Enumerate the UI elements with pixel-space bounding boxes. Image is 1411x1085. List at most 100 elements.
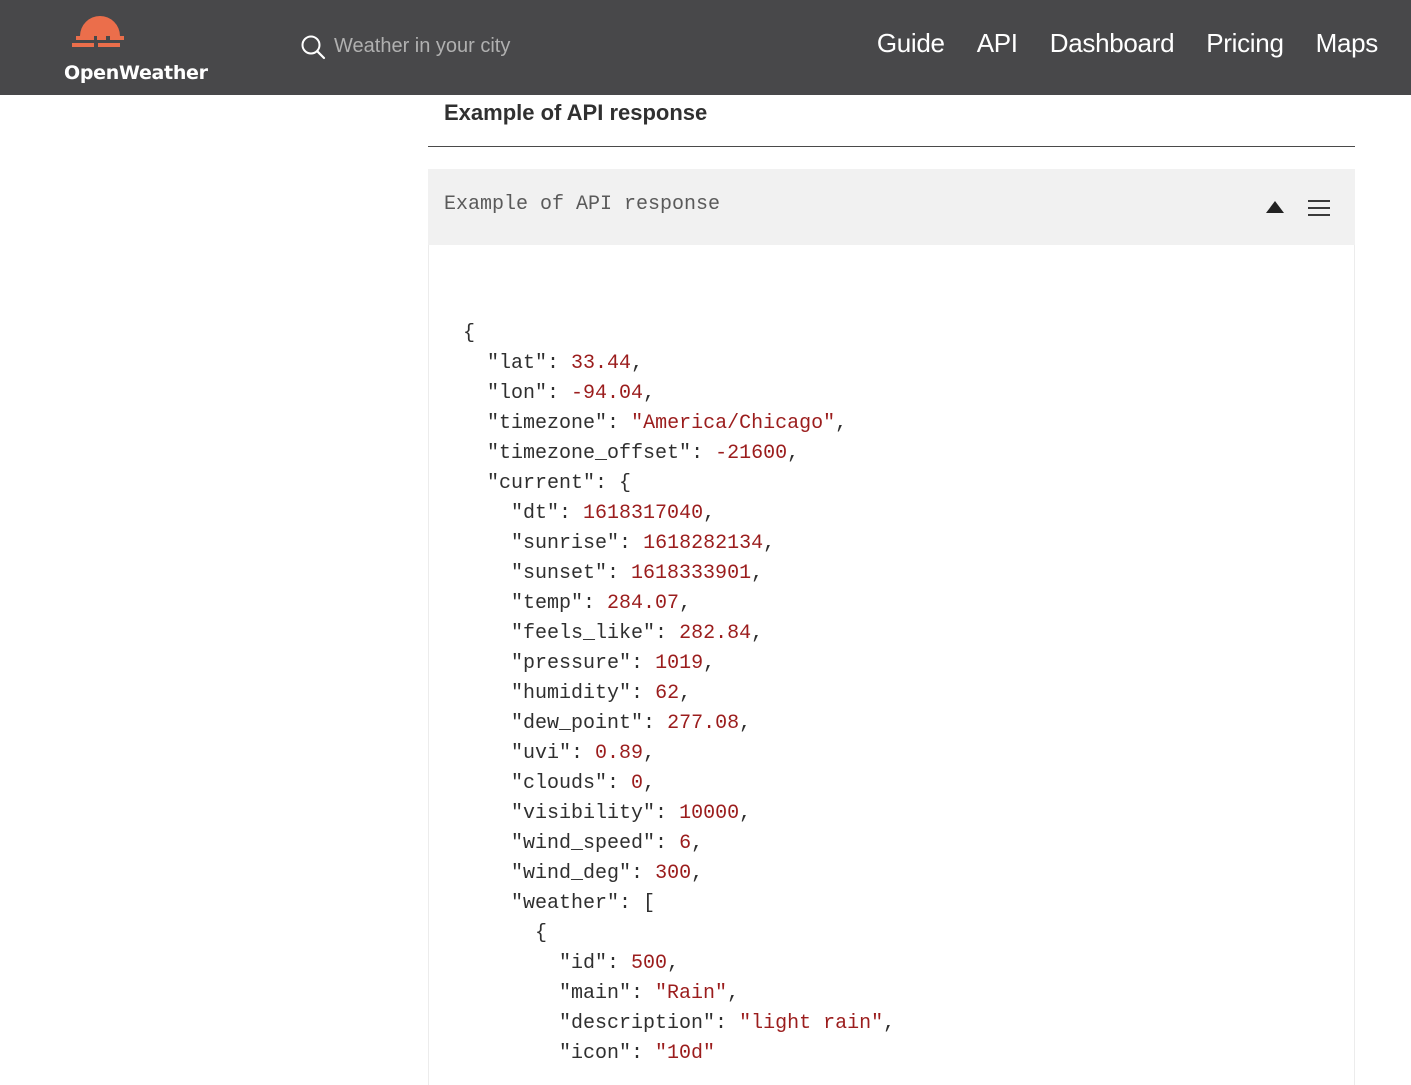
triangle-up-icon[interactable] (1265, 200, 1285, 214)
search-icon[interactable] (300, 34, 326, 60)
json-punctuation: , (679, 682, 692, 705)
json-punctuation: , (883, 1012, 896, 1035)
json-punctuation (463, 562, 511, 585)
json-punctuation: { (463, 322, 476, 345)
code-line: "dew_point": 277.08, (463, 709, 895, 739)
json-key: "dt" (511, 502, 560, 525)
code-line: "uvi": 0.89, (463, 739, 895, 769)
json-key: "id" (559, 952, 608, 975)
json-punctuation: : (547, 352, 572, 375)
json-punctuation: , (739, 802, 752, 825)
json-punctuation: , (751, 622, 764, 645)
json-punctuation (463, 502, 511, 525)
nav-maps[interactable]: Maps (1316, 28, 1379, 59)
json-punctuation: : { (595, 472, 632, 495)
json-key: "wind_deg" (511, 862, 632, 885)
openweather-logo[interactable]: OpenWeather (64, 14, 214, 84)
code-line: "weather": [ (463, 889, 895, 919)
nav-guide[interactable]: Guide (877, 28, 945, 59)
json-punctuation (463, 412, 487, 435)
code-line: "id": 500, (463, 949, 895, 979)
json-punctuation (463, 442, 487, 465)
code-line: "dt": 1618317040, (463, 499, 895, 529)
code-line: "lat": 33.44, (463, 349, 895, 379)
json-key: "humidity" (511, 682, 632, 705)
json-punctuation (463, 382, 487, 405)
json-punctuation: , (691, 832, 704, 855)
code-block-title: Example of API response (444, 193, 721, 216)
code-block-body: { "lat": 33.44, "lon": -94.04, "timezone… (428, 245, 1355, 1085)
logo-text: OpenWeather (64, 62, 208, 84)
json-key: "feels_like" (511, 622, 656, 645)
json-punctuation (463, 472, 487, 495)
code-line: "current": { (463, 469, 895, 499)
json-number-value: 500 (631, 952, 668, 975)
code-line: { (463, 919, 895, 949)
json-punctuation: , (787, 442, 800, 465)
json-punctuation: : (631, 1042, 656, 1065)
json-punctuation (463, 892, 511, 915)
json-punctuation (463, 952, 559, 975)
json-number-value: 62 (655, 682, 680, 705)
code-line: "description": "light rain", (463, 1009, 895, 1039)
json-punctuation (463, 712, 511, 735)
json-key: "weather" (511, 892, 620, 915)
json-number-value: 284.07 (607, 592, 680, 615)
json-key: "main" (559, 982, 632, 1005)
json-punctuation (463, 622, 511, 645)
json-punctuation (463, 1042, 559, 1065)
json-punctuation (463, 592, 511, 615)
json-punctuation: : (619, 532, 644, 555)
code-line: "pressure": 1019, (463, 649, 895, 679)
code-line: "timezone": "America/Chicago", (463, 409, 895, 439)
json-number-value: -94.04 (571, 382, 644, 405)
json-key: "temp" (511, 592, 584, 615)
json-number-value: 300 (655, 862, 692, 885)
json-number-value: 0 (631, 772, 644, 795)
code-line: "main": "Rain", (463, 979, 895, 1009)
json-key: "description" (559, 1012, 716, 1035)
code-line: "wind_speed": 6, (463, 829, 895, 859)
json-punctuation (463, 862, 511, 885)
json-punctuation: , (631, 352, 644, 375)
json-key: "wind_speed" (511, 832, 656, 855)
json-punctuation (463, 532, 511, 555)
nav-pricing[interactable]: Pricing (1206, 28, 1284, 59)
code-line: "icon": "10d" (463, 1039, 895, 1069)
json-punctuation (463, 742, 511, 765)
json-string-value: "America/Chicago" (631, 412, 836, 435)
city-search-input[interactable] (334, 30, 624, 62)
json-key: "lon" (487, 382, 548, 405)
json-punctuation: , (643, 742, 656, 765)
nav-api[interactable]: API (977, 28, 1018, 59)
json-number-value: 1019 (655, 652, 704, 675)
hamburger-menu-icon[interactable] (1307, 197, 1331, 219)
json-number-value: 1618333901 (631, 562, 752, 585)
json-number-value: 282.84 (679, 622, 752, 645)
code-line: "temp": 284.07, (463, 589, 895, 619)
json-key: "icon" (559, 1042, 632, 1065)
json-punctuation: { (463, 922, 548, 945)
json-key: "timezone" (487, 412, 608, 435)
json-string-value: "10d" (655, 1042, 716, 1065)
json-key: "sunrise" (511, 532, 620, 555)
json-punctuation (463, 832, 511, 855)
json-number-value: 1618317040 (583, 502, 704, 525)
nav-dashboard[interactable]: Dashboard (1050, 28, 1175, 59)
json-key: "sunset" (511, 562, 608, 585)
json-punctuation: , (703, 502, 716, 525)
code-line: "feels_like": 282.84, (463, 619, 895, 649)
json-punctuation: : (631, 862, 656, 885)
openweather-sun-logo-icon (72, 16, 124, 47)
json-number-value: 6 (679, 832, 692, 855)
code-line: { (463, 319, 895, 349)
code-line: "visibility": 10000, (463, 799, 895, 829)
json-punctuation: : (691, 442, 716, 465)
json-punctuation (463, 772, 511, 795)
json-punctuation: : (607, 952, 632, 975)
json-key: "pressure" (511, 652, 632, 675)
json-key: "dew_point" (511, 712, 644, 735)
json-punctuation: : (655, 802, 680, 825)
code-line: "clouds": 0, (463, 769, 895, 799)
json-punctuation (463, 352, 487, 375)
